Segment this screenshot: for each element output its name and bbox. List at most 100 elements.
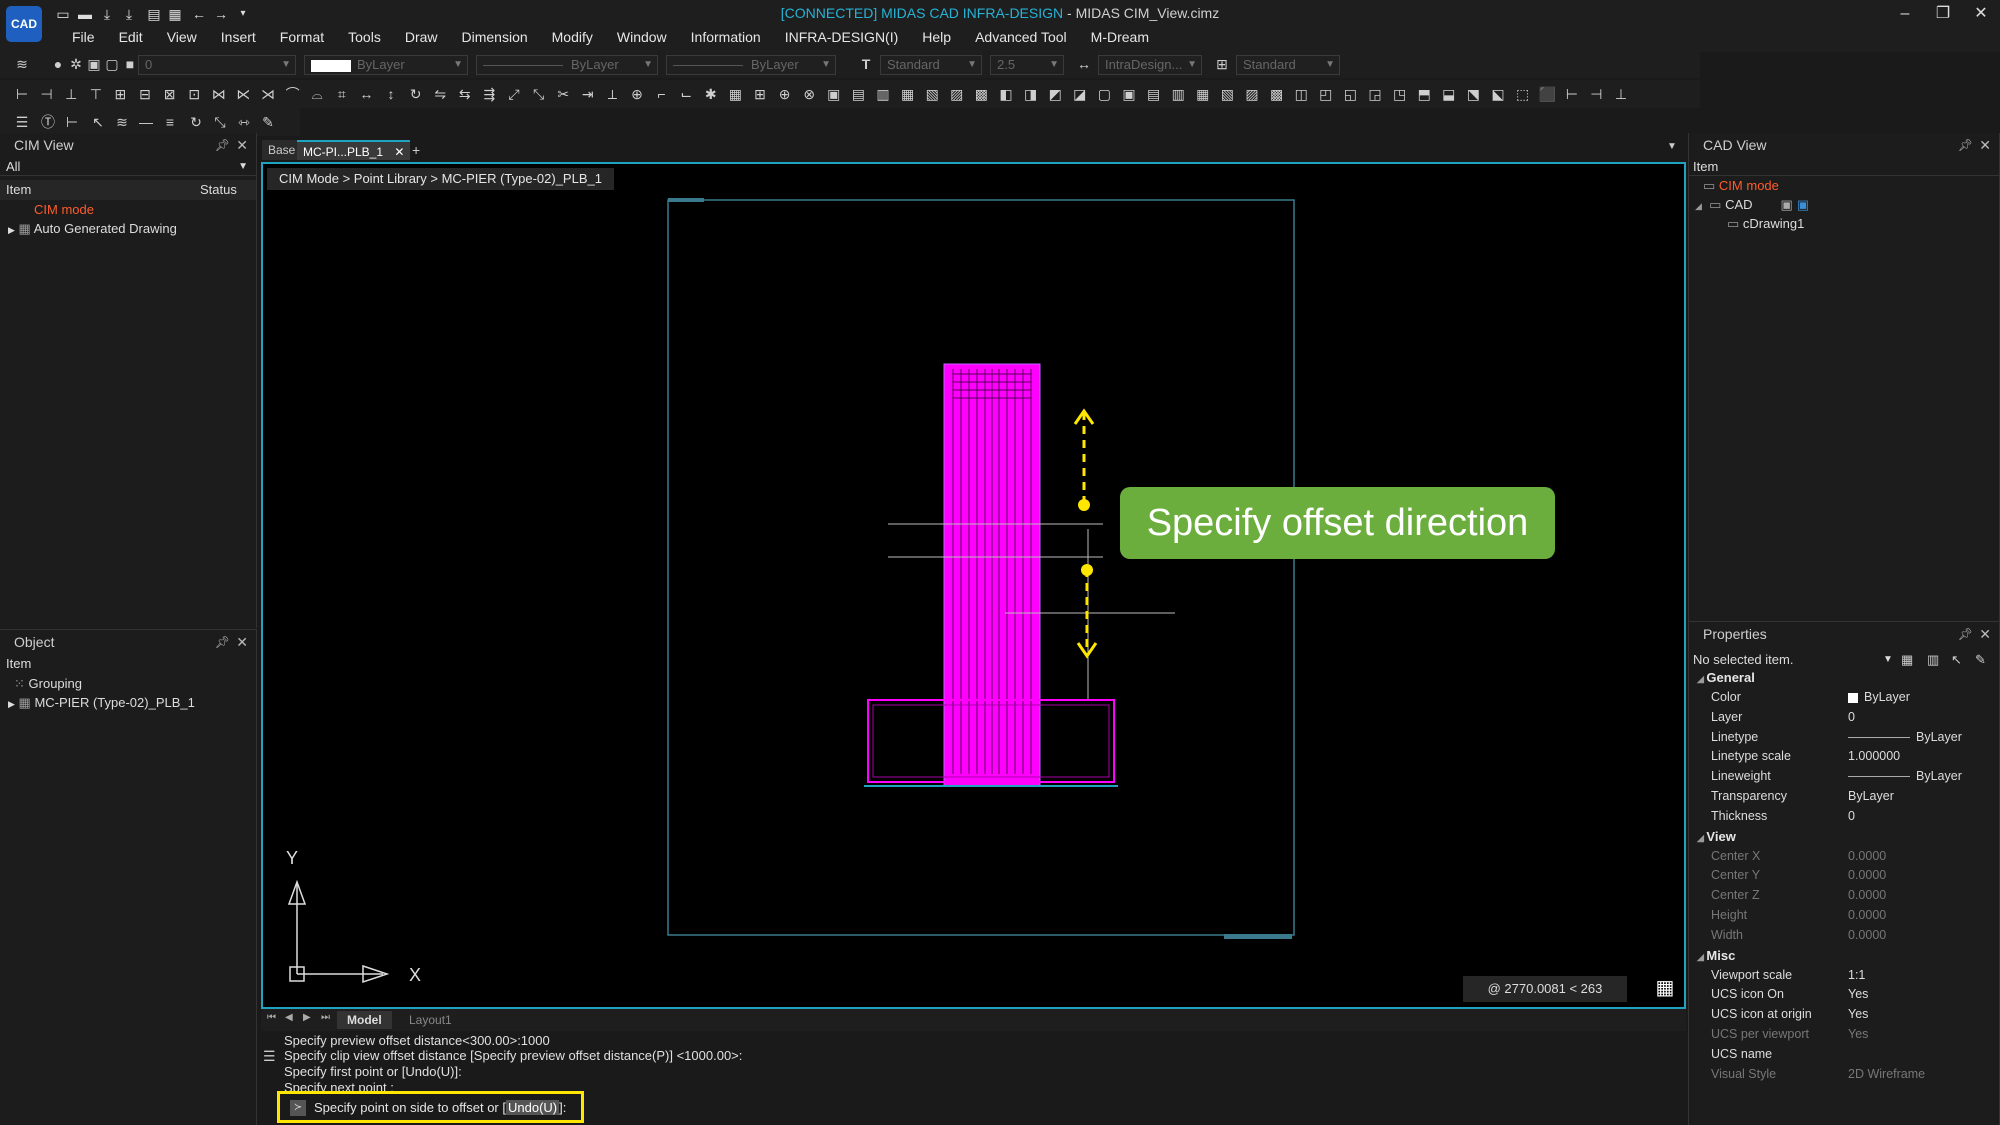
plot-icon[interactable]: ⬒	[1414, 84, 1434, 104]
layer-prev-icon[interactable]: ◪	[1070, 84, 1090, 104]
scale-icon[interactable]: ⤢	[504, 84, 524, 104]
menu-information[interactable]: Information	[679, 27, 773, 47]
close-icon[interactable]: ✕	[236, 133, 248, 157]
baseline-dim-icon[interactable]: ⊠	[160, 84, 180, 104]
layer-stack-icon[interactable]: ≋	[112, 112, 132, 132]
expand-arrow-icon[interactable]: ▶	[8, 225, 15, 235]
layer-off-icon[interactable]: ▣	[1119, 84, 1139, 104]
last-layout-icon[interactable]: ⏭	[321, 1012, 330, 1023]
pin-icon[interactable]: 📌︎	[215, 133, 230, 157]
field-icon[interactable]: ▦	[898, 84, 918, 104]
find-icon[interactable]: ◧	[996, 84, 1016, 104]
model-space-icon[interactable]: ▣	[1781, 197, 1793, 212]
layer-unlock-icon[interactable]: ▦	[1193, 84, 1213, 104]
lineweight-select[interactable]: ByLayer ▼	[666, 55, 836, 75]
audit-icon[interactable]: ◲	[1365, 84, 1385, 104]
property-value[interactable]: 0.0000	[1848, 888, 1886, 902]
xref-icon[interactable]: ⊗	[799, 84, 819, 104]
continue-dim-icon[interactable]: ⊡	[184, 84, 204, 104]
next-layout-icon[interactable]: ▶	[303, 1012, 311, 1023]
aligned-dim-icon[interactable]: ⊣	[37, 84, 57, 104]
angular-dim-icon[interactable]: ⊟	[135, 84, 155, 104]
group-icon[interactable]: ◫	[1291, 84, 1311, 104]
menu-modify[interactable]: Modify	[540, 27, 605, 47]
menu-tools[interactable]: Tools	[336, 27, 393, 47]
pickadd-icon[interactable]: ▥	[1927, 650, 1939, 669]
view-icon[interactable]: ⊢	[1562, 84, 1582, 104]
dimension-style-icon[interactable]: ↔	[1074, 54, 1094, 74]
menu-view[interactable]: View	[155, 27, 209, 47]
layer-merge-icon[interactable]: ▧	[1217, 84, 1237, 104]
tree-item-grouping[interactable]: ⁙ Grouping	[0, 674, 256, 693]
property-value[interactable]: 1.000000	[1848, 749, 1900, 763]
grid-icon[interactable]: ☰	[12, 112, 32, 132]
menu-infra-design[interactable]: INFRA-DESIGN(I)	[773, 27, 911, 47]
tab-layout1[interactable]: Layout1	[401, 1011, 460, 1029]
quick-select-icon[interactable]: ▦	[1901, 650, 1913, 669]
tab-list-icon[interactable]: ▼	[1667, 141, 1677, 152]
command-menu-icon[interactable]: ☰	[263, 1048, 276, 1065]
rotate-icon[interactable]: ↻	[186, 112, 206, 132]
tree-item-auto-generated-drawing[interactable]: ▶ ▦ Auto Generated Drawing	[0, 219, 256, 238]
tree-item-cad[interactable]: ◢ ▭ CAD ▣ ▣	[1689, 195, 1999, 214]
layer-delete-icon[interactable]: ▨	[1242, 84, 1262, 104]
property-value[interactable]: ByLayer	[1848, 730, 1962, 744]
text-edit-icon[interactable]: Ⓣ	[38, 112, 58, 132]
property-value[interactable]: ByLayer	[1848, 690, 1910, 704]
diameter-dim-icon[interactable]: ⊞	[110, 84, 130, 104]
property-value[interactable]: ByLayer	[1848, 789, 1894, 803]
line-icon[interactable]: —	[136, 112, 156, 132]
tree-item-cdrawing1[interactable]: ▭ cDrawing1	[1689, 214, 1999, 233]
property-value[interactable]: 0.0000	[1848, 868, 1886, 882]
layer-select[interactable]: 0 ▼	[138, 55, 296, 75]
quick-dim-icon[interactable]: ⌓	[307, 84, 327, 104]
purge-icon[interactable]: ◱	[1340, 84, 1360, 104]
section-view[interactable]: ◢ View	[1697, 829, 1736, 844]
fillet-icon[interactable]: ⌙	[676, 84, 696, 104]
menu-insert[interactable]: Insert	[209, 27, 268, 47]
property-value[interactable]: ByLayer	[1848, 769, 1962, 783]
restore-button[interactable]: ❐	[1926, 2, 1960, 26]
image-icon[interactable]: ▣	[824, 84, 844, 104]
ungroup-icon[interactable]: ◰	[1316, 84, 1336, 104]
ordinate-dim-icon[interactable]: ⌒	[283, 84, 303, 104]
stretch-icon[interactable]: ⇿	[234, 112, 254, 132]
trim-icon[interactable]: ✂	[553, 84, 573, 104]
camera-icon[interactable]: ⬕	[1488, 84, 1508, 104]
pin-icon[interactable]: 📌︎	[215, 630, 230, 654]
text-style-select[interactable]: Standard ▼	[880, 55, 982, 75]
linear-dim-icon[interactable]: ⊢	[12, 84, 32, 104]
select-objects-icon[interactable]: ↖	[1951, 650, 1962, 669]
selection-dropdown[interactable]: No selected item. ▼ ▦ ▥ ↖ ✎	[1689, 650, 1999, 669]
property-value[interactable]: 0.0000	[1848, 908, 1886, 922]
attribute-icon[interactable]: ⊕	[775, 84, 795, 104]
collapse-arrow-icon[interactable]: ◢	[1697, 674, 1706, 684]
first-layout-icon[interactable]: ⏮	[267, 1012, 276, 1023]
property-value[interactable]: 0.0000	[1848, 849, 1886, 863]
property-value[interactable]: 0	[1848, 710, 1855, 724]
add-tab-icon[interactable]: +	[406, 140, 426, 160]
menu-format[interactable]: Format	[268, 27, 336, 47]
block-icon[interactable]: ▦	[725, 84, 745, 104]
property-value[interactable]: Yes	[1848, 1007, 1868, 1021]
leader-icon[interactable]: ⋈	[209, 84, 229, 104]
join-icon[interactable]: ⊕	[627, 84, 647, 104]
layer-freeze-icon[interactable]: ▤	[1144, 84, 1164, 104]
dim-style-icon[interactable]: ⌗	[332, 84, 352, 104]
material-icon[interactable]: ⬛	[1537, 84, 1557, 104]
stretch-icon[interactable]: ⤡	[529, 84, 549, 104]
break-icon[interactable]: ⟂	[602, 84, 622, 104]
undo-option[interactable]: Undo(U)	[506, 1100, 560, 1115]
insert-icon[interactable]: ⊞	[750, 84, 770, 104]
close-icon[interactable]: ✕	[236, 630, 248, 654]
section-misc[interactable]: ◢ Misc	[1697, 948, 1735, 963]
publish-icon[interactable]: ⬓	[1439, 84, 1459, 104]
dimension-style-select[interactable]: IntraDesign... ▼	[1098, 55, 1202, 75]
layer-color-icon[interactable]: ■	[120, 54, 140, 74]
menu-m-dream[interactable]: M-Dream	[1079, 27, 1161, 47]
pin-icon[interactable]: 📌︎	[1958, 133, 1973, 157]
measure-icon[interactable]: ✎	[258, 112, 278, 132]
render-icon[interactable]: ⬔	[1463, 84, 1483, 104]
cim-view-filter[interactable]: All ▼	[0, 157, 256, 176]
offset-icon[interactable]: ⇆	[455, 84, 475, 104]
